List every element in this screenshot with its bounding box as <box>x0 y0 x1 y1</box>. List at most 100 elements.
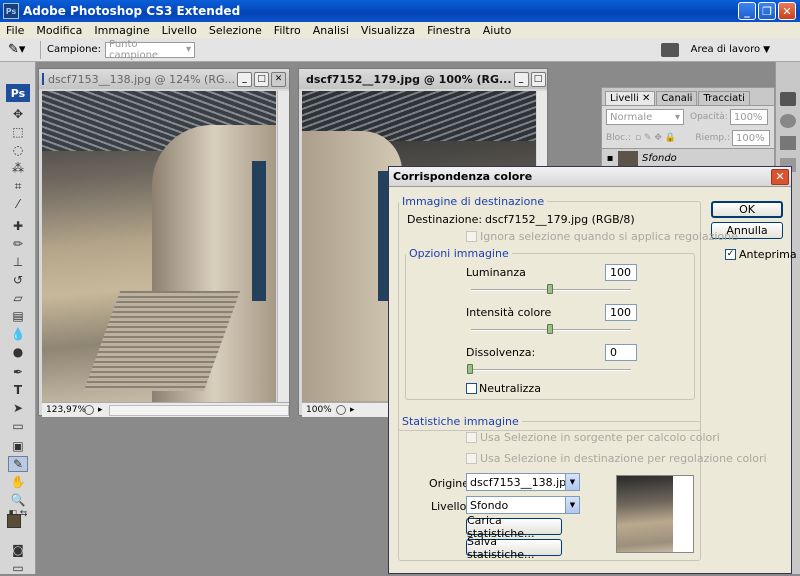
fade-slider-thumb[interactable] <box>467 364 473 374</box>
luminance-input[interactable]: 100 <box>605 264 637 281</box>
quick-mask-icon[interactable]: ◙ <box>8 542 28 558</box>
destination-legend: Immagine di destinazione <box>402 195 545 208</box>
use-target-selection-checkbox[interactable] <box>466 453 477 464</box>
doc1-hscrollbar[interactable] <box>108 404 289 416</box>
fill-input[interactable]: 100% <box>732 130 770 146</box>
menu-immagine[interactable]: Immagine <box>88 24 155 37</box>
chevron-down-icon[interactable]: ▼ <box>565 497 579 513</box>
menu-aiuto[interactable]: Aiuto <box>477 24 518 37</box>
document-1-titlebar[interactable]: dscf7153__138.jpg @ 124% (RG... _ □ ✕ <box>39 69 289 89</box>
chevron-down-icon: ▼ <box>763 44 770 55</box>
color-icon[interactable] <box>780 114 796 128</box>
notes-tool-icon[interactable]: ▣ <box>8 438 28 454</box>
pen-tool-icon[interactable]: ✒ <box>8 364 28 380</box>
magic-wand-tool-icon[interactable]: ⁂ <box>8 160 28 176</box>
neutralize-checkbox[interactable] <box>466 383 477 394</box>
opacity-label: Opacità: <box>690 112 728 122</box>
dialog-title: Corrispondenza colore <box>393 170 533 183</box>
ignore-selection-checkbox[interactable] <box>466 231 477 242</box>
fade-slider[interactable] <box>471 369 631 371</box>
destination-value: dscf7152__179.jpg (RGB/8) <box>485 213 635 226</box>
tab-canali[interactable]: Canali <box>656 91 698 105</box>
blur-tool-icon[interactable]: 💧 <box>8 326 28 342</box>
history-brush-tool-icon[interactable]: ↺ <box>8 272 28 288</box>
layer-select[interactable]: Sfondo ▼ <box>466 496 580 514</box>
menu-livello[interactable]: Livello <box>156 24 203 37</box>
dialog-close-button[interactable]: ✕ <box>771 168 789 185</box>
menu-analisi[interactable]: Analisi <box>307 24 355 37</box>
foreground-color-swatch[interactable] <box>7 514 21 528</box>
doc2-maximize-button[interactable]: □ <box>530 71 546 87</box>
chevron-down-icon[interactable]: ▼ <box>565 474 579 490</box>
load-stats-button[interactable]: Carica statistiche... <box>466 514 562 540</box>
tools-panel: Ps ✥ ⬚ ◌ ⁂ ⌗ ⁄ ✚ ✏ ⊥ ↺ ▱ ▤ 💧 ● ✒ T ➤ ▭ ▣… <box>0 62 36 575</box>
use-source-selection-checkbox[interactable] <box>466 432 477 443</box>
campione-label: Campione: <box>47 44 101 55</box>
document-window-1[interactable]: dscf7153__138.jpg @ 124% (RG... _ □ ✕ 12… <box>38 68 290 417</box>
intensity-label: Intensità colore <box>466 306 552 319</box>
close-button[interactable]: ✕ <box>778 2 796 20</box>
stamp-tool-icon[interactable]: ⊥ <box>8 254 28 270</box>
lock-icons[interactable]: ▫ ✎ ✥ 🔒 <box>635 133 676 143</box>
eye-icon[interactable]: ▪ <box>602 153 618 164</box>
menu-selezione[interactable]: Selezione <box>203 24 268 37</box>
campione-select[interactable]: Punto campione ▾ <box>104 39 195 61</box>
doc1-vscrollbar[interactable] <box>277 91 289 402</box>
doc2-zoom[interactable]: 100% <box>306 405 336 415</box>
path-selection-tool-icon[interactable]: ➤ <box>8 400 28 416</box>
layer-row[interactable]: ▪ Sfondo <box>602 148 774 168</box>
shape-tool-icon[interactable]: ▭ <box>8 418 28 434</box>
intensity-slider-thumb[interactable] <box>547 324 553 334</box>
neutralize-label: Neutralizza <box>479 382 541 395</box>
menu-visualizza[interactable]: Visualizza <box>355 24 421 37</box>
doc2-minimize-button[interactable]: _ <box>513 71 529 87</box>
minimize-button[interactable]: _ <box>738 2 756 20</box>
eyedropper-active-icon[interactable]: ✎ <box>8 456 28 472</box>
workspace-menu[interactable]: Area di lavoro <box>691 44 760 55</box>
type-tool-icon[interactable]: T <box>8 382 28 398</box>
restore-button[interactable]: ❐ <box>758 2 776 20</box>
doc2-arrow-icon[interactable]: ▸ <box>350 405 355 415</box>
doc1-info-icon[interactable] <box>84 405 94 415</box>
document-1-image[interactable] <box>42 91 276 402</box>
source-select[interactable]: dscf7153__138.jpg ▼ <box>466 473 580 491</box>
doc1-arrow-icon[interactable]: ▸ <box>98 405 103 415</box>
dodge-tool-icon[interactable]: ● <box>8 344 28 360</box>
color-match-dialog: Corrispondenza colore ✕ OK Annulla ✓ Ant… <box>388 166 797 574</box>
hand-tool-icon[interactable]: ✋ <box>8 474 28 490</box>
dialog-titlebar[interactable]: Corrispondenza colore ✕ <box>389 167 791 187</box>
eraser-tool-icon[interactable]: ▱ <box>8 290 28 306</box>
navigator-icon[interactable] <box>780 92 796 106</box>
history-icon[interactable] <box>780 136 796 150</box>
brush-tool-icon[interactable]: ✏ <box>8 236 28 252</box>
intensity-input[interactable]: 100 <box>605 304 637 321</box>
doc1-maximize-button[interactable]: □ <box>254 71 269 87</box>
document-2-titlebar[interactable]: dscf7152__179.jpg @ 100% (RG... _ □ ✕ <box>299 69 547 89</box>
preview-checkbox[interactable]: ✓ <box>725 249 736 260</box>
eyedropper-tool-icon[interactable]: ✎▾ <box>8 42 34 57</box>
tab-tracciati[interactable]: Tracciati <box>698 91 750 105</box>
marquee-tool-icon[interactable]: ⬚ <box>8 124 28 140</box>
ok-button[interactable]: OK <box>711 201 783 218</box>
lasso-tool-icon[interactable]: ◌ <box>8 142 28 158</box>
menu-file[interactable]: File <box>0 24 30 37</box>
doc1-zoom[interactable]: 123,97% <box>46 405 86 415</box>
save-stats-button[interactable]: Salva statistiche... <box>466 535 562 561</box>
opacity-input[interactable]: 100% <box>729 109 768 125</box>
menu-filtro[interactable]: Filtro <box>268 24 307 37</box>
blend-mode-select[interactable]: Normale ▾ <box>606 109 684 125</box>
move-tool-icon[interactable]: ✥ <box>8 106 28 122</box>
healing-tool-icon[interactable]: ✚ <box>8 218 28 234</box>
slice-tool-icon[interactable]: ⁄ <box>8 196 28 212</box>
doc1-close-button[interactable]: ✕ <box>271 71 286 87</box>
luminance-slider-thumb[interactable] <box>547 284 553 294</box>
menu-finestra[interactable]: Finestra <box>421 24 477 37</box>
gradient-tool-icon[interactable]: ▤ <box>8 308 28 324</box>
doc1-minimize-button[interactable]: _ <box>237 71 252 87</box>
doc2-info-icon[interactable] <box>336 405 346 415</box>
tab-livelli[interactable]: Livelli ✕ <box>605 91 656 105</box>
fade-input[interactable]: 0 <box>605 344 637 361</box>
workspace-icon[interactable] <box>660 42 679 57</box>
crop-tool-icon[interactable]: ⌗ <box>8 178 28 194</box>
menu-modifica[interactable]: Modifica <box>30 24 88 37</box>
